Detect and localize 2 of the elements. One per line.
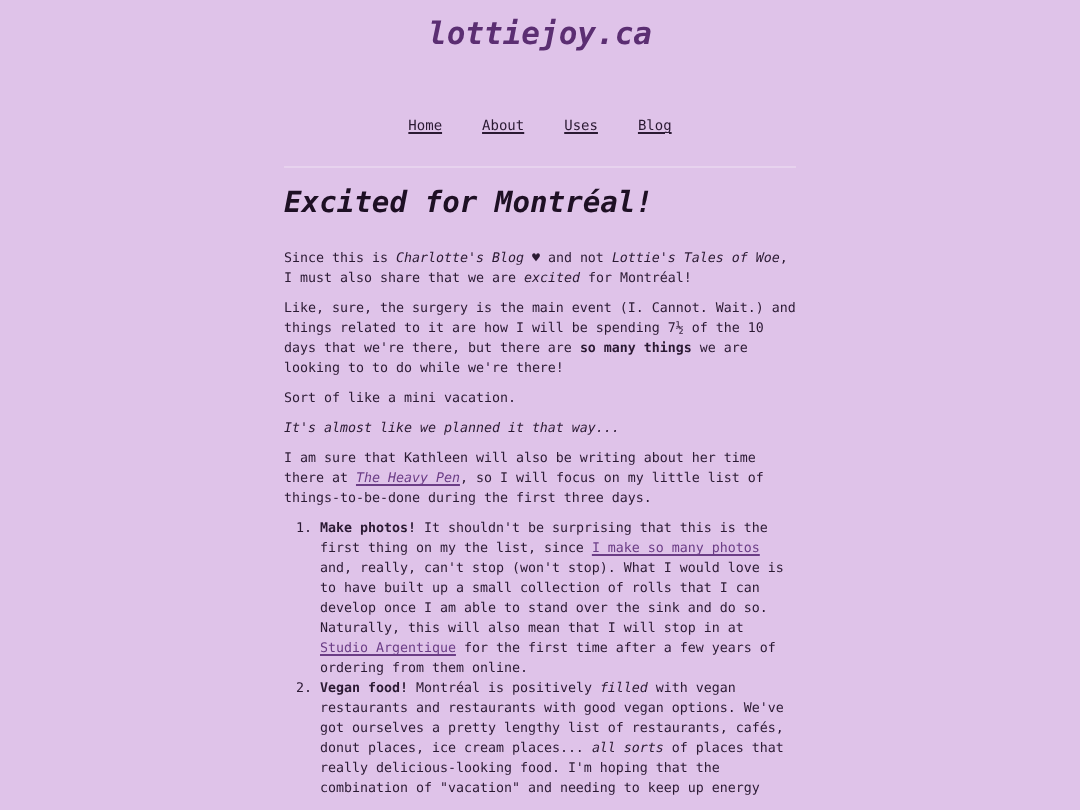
site-title: lottiejoy.ca	[428, 14, 652, 56]
post-title: Excited for Montréal!	[284, 184, 656, 224]
